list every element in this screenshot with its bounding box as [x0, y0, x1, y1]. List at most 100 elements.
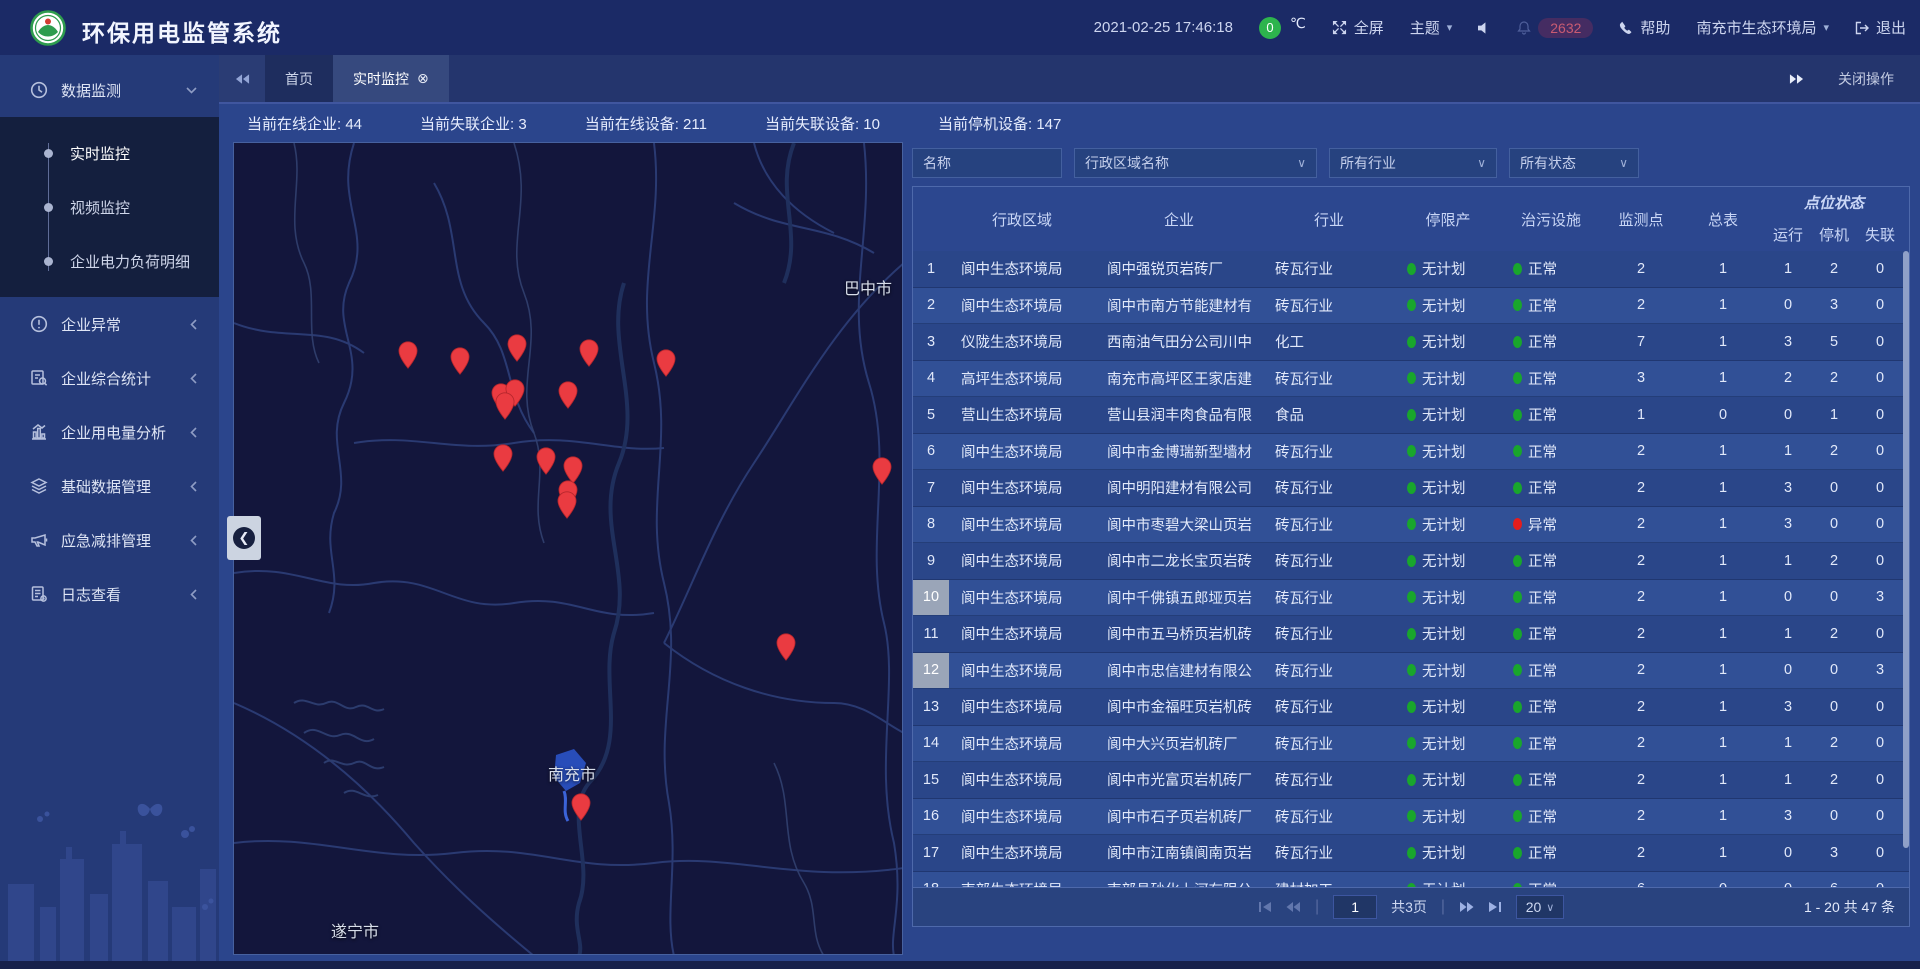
cell-facility: 正常: [1501, 726, 1601, 762]
map-pin[interactable]: [398, 341, 418, 369]
close-operations-button[interactable]: 关闭操作: [1838, 69, 1894, 89]
cell-stop-limit: 无计划: [1395, 616, 1501, 652]
table-row[interactable]: 4高坪生态环境局南充市高坪区王家店建砖瓦行业无计划正常31220: [913, 361, 1909, 398]
table-scrollbar[interactable]: [1903, 251, 1909, 848]
map-panel[interactable]: 巴中市南充市遂宁市: [233, 142, 903, 955]
region-select[interactable]: 行政区域名称 ∨: [1074, 148, 1317, 178]
close-icon[interactable]: ⊗: [417, 70, 429, 87]
logout-button[interactable]: 退出: [1855, 17, 1906, 38]
name-search-input[interactable]: [912, 148, 1062, 178]
map-pin[interactable]: [579, 339, 599, 367]
map-pin[interactable]: [776, 633, 796, 661]
sidebar-item-power-load-detail[interactable]: 企业电力负荷明细: [0, 234, 219, 288]
status-dot-green: [1407, 336, 1416, 348]
table-row[interactable]: 14阆中生态环境局阆中大兴页岩机砖厂砖瓦行业无计划正常21120: [913, 726, 1909, 763]
user-menu[interactable]: 南充市生态环境局 ▾: [1696, 17, 1829, 38]
theme-dropdown[interactable]: 主题 ▾: [1410, 17, 1453, 38]
map-roads: [234, 143, 903, 955]
chevron-down-icon: ∨: [1609, 156, 1628, 170]
status-dot-green: [1407, 482, 1416, 494]
sidebar-item-label: 基础数据管理: [61, 476, 151, 497]
table-row[interactable]: 1阆中生态环境局阆中强锐页岩砖厂砖瓦行业无计划正常21120: [913, 251, 1909, 288]
sidebar-item-realtime-monitor[interactable]: 实时监控: [0, 126, 219, 180]
cell-meter: 0: [1681, 872, 1765, 888]
map-pin[interactable]: [656, 349, 676, 377]
table-row[interactable]: 2阆中生态环境局阆中市南方节能建材有砖瓦行业无计划正常21030: [913, 288, 1909, 325]
table-row[interactable]: 12阆中生态环境局阆中市忠信建材有限公砖瓦行业无计划正常21003: [913, 653, 1909, 690]
row-index: 2: [913, 288, 949, 324]
sidebar-item-company-abnormal[interactable]: 企业异常: [0, 297, 219, 351]
cell-halt: 0: [1811, 507, 1857, 543]
status-select[interactable]: 所有状态 ∨: [1509, 148, 1639, 178]
table-row[interactable]: 15阆中生态环境局阆中市光富页岩机砖厂砖瓦行业无计划正常21120: [913, 762, 1909, 799]
map-pin[interactable]: [495, 392, 515, 420]
map-pin[interactable]: [558, 381, 578, 409]
col-header-lost: 失联: [1857, 217, 1903, 251]
chevron-left-icon: ❮: [233, 527, 255, 549]
next-page-button[interactable]: [1459, 901, 1474, 913]
table-row[interactable]: 10阆中生态环境局阆中千佛镇五郎垭页岩砖瓦行业无计划正常21003: [913, 580, 1909, 617]
sidebar-item-company-statistics[interactable]: 企业综合统计: [0, 351, 219, 405]
cell-industry: 建材加工: [1263, 872, 1395, 888]
sidebar-collapse-button[interactable]: ❮: [227, 516, 261, 560]
row-index: 6: [913, 434, 949, 470]
row-index: 5: [913, 397, 949, 433]
cell-run: 0: [1765, 580, 1811, 616]
table-row[interactable]: 6阆中生态环境局阆中市金博瑞新型墙材砖瓦行业无计划正常21120: [913, 434, 1909, 471]
table-row[interactable]: 16阆中生态环境局阆中市石子页岩机砖厂砖瓦行业无计划正常21300: [913, 799, 1909, 836]
fullscreen-button[interactable]: 全屏: [1332, 17, 1384, 38]
sidebar-item-basic-data[interactable]: 基础数据管理: [0, 459, 219, 513]
cell-stop-limit: 无计划: [1395, 251, 1501, 287]
prev-page-button[interactable]: [1286, 901, 1301, 913]
table-row[interactable]: 17阆中生态环境局阆中市江南镇阆南页岩砖瓦行业无计划正常21030: [913, 835, 1909, 872]
cell-company: 阆中市江南镇阆南页岩: [1095, 835, 1263, 871]
notifications[interactable]: 2632: [1517, 18, 1593, 38]
table-row[interactable]: 9阆中生态环境局阆中市二龙长宝页岩砖砖瓦行业无计划正常21120: [913, 543, 1909, 580]
map-pin[interactable]: [493, 444, 513, 472]
table-row[interactable]: 3仪陇生态环境局西南油气田分公司川中化工无计划正常71350: [913, 324, 1909, 361]
cell-region: 阆中生态环境局: [949, 580, 1095, 616]
status-dot-green: [1407, 628, 1416, 640]
cell-facility: 正常: [1501, 397, 1601, 433]
cell-region: 阆中生态环境局: [949, 507, 1095, 543]
map-pin[interactable]: [507, 334, 527, 362]
tab-realtime-monitor[interactable]: 实时监控 ⊗: [333, 55, 449, 102]
cell-company: 阆中强锐页岩砖厂: [1095, 251, 1263, 287]
cell-facility: 正常: [1501, 470, 1601, 506]
table-row[interactable]: 18南部生态环境局南部县砂化上河有限公建材加工无计划正常60060: [913, 872, 1909, 888]
table-row[interactable]: 7阆中生态环境局阆中明阳建材有限公司砖瓦行业无计划正常21300: [913, 470, 1909, 507]
table-row[interactable]: 13阆中生态环境局阆中市金福旺页岩机砖砖瓦行业无计划正常21300: [913, 689, 1909, 726]
table-row[interactable]: 8阆中生态环境局阆中市枣碧大梁山页岩砖瓦行业无计划异常21300: [913, 507, 1909, 544]
status-dot-green: [1407, 518, 1416, 530]
map-pin[interactable]: [536, 447, 556, 475]
tab-home[interactable]: 首页: [265, 55, 333, 102]
sidebar-item-data-monitor[interactable]: 数据监测: [0, 63, 219, 117]
theme-label: 主题: [1410, 17, 1440, 38]
mute-button[interactable]: [1478, 22, 1491, 34]
tabs-scroll-right-button[interactable]: [1789, 73, 1804, 85]
cell-monitor: 2: [1601, 580, 1681, 616]
first-page-button[interactable]: [1258, 901, 1272, 913]
map-pin[interactable]: [571, 793, 591, 821]
map-pin[interactable]: [872, 457, 892, 485]
cell-halt: 2: [1811, 251, 1857, 287]
chevron-down-icon: ∨: [1546, 901, 1554, 914]
industry-select[interactable]: 所有行业 ∨: [1329, 148, 1497, 178]
page-number-input[interactable]: [1333, 895, 1377, 919]
map-pin[interactable]: [557, 491, 577, 519]
page-size-select[interactable]: 20 ∨: [1516, 895, 1564, 919]
map-pin[interactable]: [450, 347, 470, 375]
last-page-button[interactable]: [1488, 901, 1502, 913]
cell-meter: 1: [1681, 653, 1765, 689]
help-button[interactable]: 帮助: [1619, 17, 1670, 38]
sidebar-item-logs[interactable]: 日志查看: [0, 567, 219, 621]
sidebar-item-video-monitor[interactable]: 视频监控: [0, 180, 219, 234]
cell-run: 1: [1765, 726, 1811, 762]
table-row[interactable]: 5营山生态环境局营山县润丰肉食品有限食品无计划正常10010: [913, 397, 1909, 434]
search-report-icon: [30, 369, 48, 387]
sidebar-item-emergency-reduction[interactable]: 应急减排管理: [0, 513, 219, 567]
map-city-label: 南充市: [548, 761, 596, 785]
table-row[interactable]: 11阆中生态环境局阆中市五马桥页岩机砖砖瓦行业无计划正常21120: [913, 616, 1909, 653]
tabs-scroll-left-button[interactable]: [219, 55, 265, 102]
sidebar-item-power-analysis[interactable]: 企业用电量分析: [0, 405, 219, 459]
